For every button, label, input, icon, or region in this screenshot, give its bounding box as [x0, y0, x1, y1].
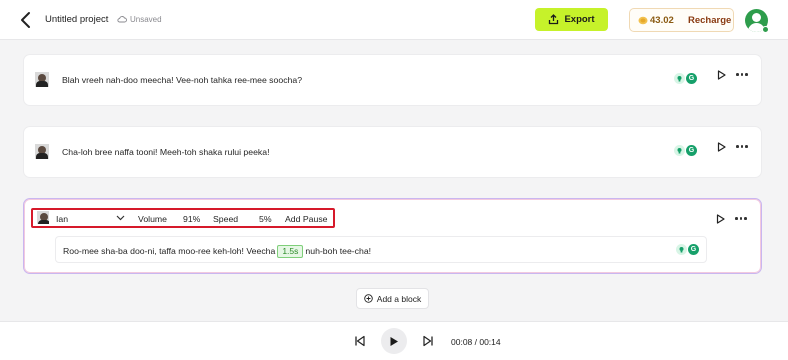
coin-icon: [638, 16, 648, 25]
bulb-icon[interactable]: [674, 73, 685, 84]
script-block-2[interactable]: Cha-loh bree naffa tooni! Meeh-toh shaka…: [23, 126, 762, 178]
speed-value[interactable]: 5%: [259, 214, 272, 224]
playback-bar: 00:08 / 00:14: [0, 321, 788, 360]
voice-settings-bar: Ian Volume 91% Speed 5% Add Pause: [31, 208, 335, 228]
add-block-button[interactable]: Add a block: [356, 288, 429, 309]
skip-forward-icon[interactable]: [422, 335, 434, 347]
volume-label: Volume: [138, 214, 167, 224]
play-icon[interactable]: [717, 142, 726, 152]
block-text[interactable]: Cha-loh bree naffa tooni! Meeh-toh shaka…: [62, 147, 270, 157]
grammar-check-icon[interactable]: G: [686, 73, 697, 84]
speaker-avatar[interactable]: [37, 211, 49, 224]
top-bar: Untitled project Unsaved Export 43.02 Re…: [0, 0, 788, 40]
cloud-icon: [117, 16, 127, 23]
ai-tools-badge[interactable]: G: [674, 73, 697, 84]
skip-back-icon[interactable]: [354, 335, 366, 347]
ai-tools-badge[interactable]: G: [676, 244, 699, 255]
project-title[interactable]: Untitled project: [45, 14, 108, 25]
grammar-check-icon[interactable]: G: [688, 244, 699, 255]
play-icon: [390, 336, 398, 346]
online-status-dot: [762, 26, 769, 33]
ai-tools-badge[interactable]: G: [674, 145, 697, 156]
credits-box: 43.02 Recharge: [629, 8, 734, 32]
add-pause-button[interactable]: Add Pause: [285, 214, 328, 224]
editor-text[interactable]: Roo-mee sha-ba doo-ni, taffa moo-ree keh…: [63, 245, 371, 258]
bulb-icon[interactable]: [676, 244, 687, 255]
back-arrow-icon[interactable]: [18, 11, 34, 29]
block-text[interactable]: Blah vreeh nah-doo meecha! Vee-noh tahka…: [62, 75, 302, 85]
playback-time: 00:08 / 00:14: [451, 337, 501, 347]
chevron-down-icon[interactable]: [116, 215, 125, 221]
volume-value[interactable]: 91%: [183, 214, 200, 224]
pause-chip[interactable]: 1.5s: [277, 245, 304, 258]
credit-balance: 43.02: [650, 15, 674, 26]
script-block-3-active[interactable]: Ian Volume 91% Speed 5% Add Pause Roo-me…: [23, 198, 762, 274]
speaker-avatar[interactable]: [35, 144, 49, 159]
more-options-icon[interactable]: [736, 145, 748, 149]
bulb-icon[interactable]: [674, 145, 685, 156]
export-label: Export: [564, 14, 595, 25]
play-button[interactable]: [381, 328, 407, 354]
save-status: Unsaved: [130, 15, 162, 24]
add-block-label: Add a block: [376, 293, 422, 304]
export-button[interactable]: Export: [535, 8, 608, 31]
export-icon: [549, 14, 559, 25]
speed-label: Speed: [213, 214, 239, 224]
text-segment: Roo-mee sha-ba doo-ni, taffa moo-ree keh…: [63, 246, 276, 256]
plus-circle-icon: [364, 294, 373, 303]
recharge-button[interactable]: Recharge: [688, 15, 731, 26]
play-icon[interactable]: [717, 70, 726, 80]
more-options-icon[interactable]: [736, 73, 748, 77]
script-block-1[interactable]: Blah vreeh nah-doo meecha! Vee-noh tahka…: [23, 54, 762, 106]
text-editor[interactable]: Roo-mee sha-ba doo-ni, taffa moo-ree keh…: [55, 236, 707, 263]
grammar-check-icon[interactable]: G: [686, 145, 697, 156]
text-segment: nuh-boh tee-cha!: [305, 246, 372, 256]
play-icon[interactable]: [716, 214, 725, 224]
more-options-icon[interactable]: [735, 217, 747, 221]
speaker-name[interactable]: Ian: [56, 214, 68, 224]
speaker-avatar[interactable]: [35, 72, 49, 87]
